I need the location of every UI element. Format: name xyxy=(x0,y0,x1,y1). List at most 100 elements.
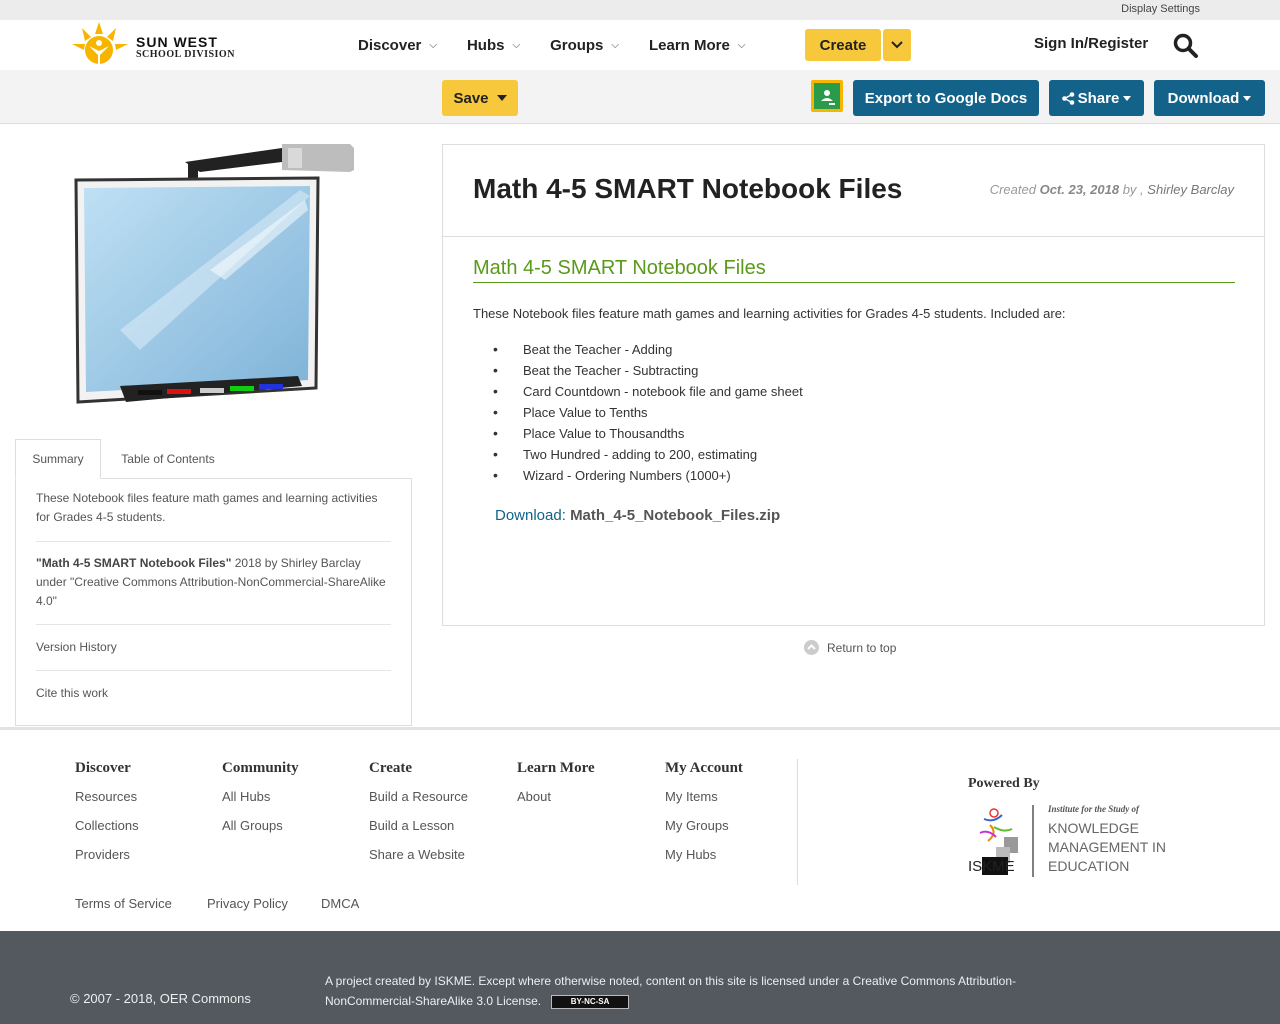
footer-link-share-website[interactable]: Share a Website xyxy=(369,847,468,876)
footer-col-community: Community All Hubs All Groups xyxy=(222,760,299,847)
site-header: SUN WEST SCHOOL DIVISION Discover ⌵ Hubs ⌵… xyxy=(0,20,1280,70)
download-button-label: Download xyxy=(1167,89,1240,107)
cite-this-work-link[interactable]: Cite this work xyxy=(36,684,391,703)
footer-link-about[interactable]: About xyxy=(517,789,595,818)
download-label: Download: xyxy=(495,507,566,524)
chevron-down-icon: ⌵ xyxy=(611,39,619,51)
caret-down-icon xyxy=(1123,95,1132,101)
summary-text: These Notebook files feature math games … xyxy=(36,491,378,524)
sun-west-logo[interactable]: SUN WEST SCHOOL DIVISION xyxy=(70,20,240,68)
footer-divider xyxy=(797,759,798,885)
footer-col-create: Create Build a Resource Build a Lesson S… xyxy=(369,760,468,876)
list-item: Place Value to Thousandths xyxy=(493,425,803,447)
footer-link-all-groups[interactable]: All Groups xyxy=(222,818,299,847)
footer-col-discover: Discover Resources Collections Providers xyxy=(75,760,139,876)
logo-line-2: SCHOOL DIVISION xyxy=(136,49,235,60)
list-item: Two Hundred - adding to 200, estimating xyxy=(493,446,803,468)
privacy-policy-link[interactable]: Privacy Policy xyxy=(207,896,288,911)
footer-link-my-hubs[interactable]: My Hubs xyxy=(665,847,743,876)
footer-link-build-resource[interactable]: Build a Resource xyxy=(369,789,468,818)
main-nav: Discover ⌵ Hubs ⌵ Groups ⌵ Learn More ⌵ xyxy=(358,20,775,70)
download-filename[interactable]: Math_4-5_Notebook_Files.zip xyxy=(570,507,780,524)
included-files-list: Beat the Teacher - Adding Beat the Teach… xyxy=(493,341,803,489)
nav-discover[interactable]: Discover ⌵ xyxy=(358,20,437,70)
return-to-top-link[interactable]: Return to top xyxy=(804,640,896,655)
footer-link-resources[interactable]: Resources xyxy=(75,789,139,818)
nav-hubs[interactable]: Hubs ⌵ xyxy=(467,20,520,70)
save-button[interactable]: Save xyxy=(442,80,518,116)
logo-line-1: SUN WEST xyxy=(136,34,218,50)
cc-license-badge[interactable]: BY-NC-SA xyxy=(551,994,630,1009)
arrow-up-icon xyxy=(807,644,816,650)
download-attachment[interactable]: Download: Math_4-5_Notebook_Files.zip xyxy=(495,507,780,524)
summary-panel: These Notebook files feature math games … xyxy=(15,478,412,726)
footer-link-my-items[interactable]: My Items xyxy=(665,789,743,818)
sun-logo-icon xyxy=(72,22,128,64)
chevron-down-icon: ⌵ xyxy=(737,39,746,51)
footer-link-providers[interactable]: Providers xyxy=(75,847,139,876)
chevron-down-icon: ⌵ xyxy=(429,39,437,51)
list-item: Beat the Teacher - Subtracting xyxy=(493,362,803,384)
display-settings-link[interactable]: Display Settings xyxy=(1121,3,1200,15)
sidebar-tabs: Summary Table of Contents xyxy=(15,439,412,479)
classroom-person-icon xyxy=(821,90,835,105)
license-title: "Math 4-5 SMART Notebook Files" xyxy=(36,556,232,570)
license-attribution: "Math 4-5 SMART Notebook Files" 2018 by … xyxy=(36,554,391,611)
arrow-up-circle-icon xyxy=(804,640,819,655)
nav-learn-more[interactable]: Learn More ⌵ xyxy=(649,20,745,70)
utility-bar: Display Settings xyxy=(0,0,1280,20)
author-link[interactable]: Shirley Barclay xyxy=(1147,182,1234,197)
create-dropdown-button[interactable] xyxy=(883,29,911,61)
nav-discover-label: Discover xyxy=(358,36,422,54)
nav-groups-label: Groups xyxy=(550,36,604,54)
chevron-down-icon: ⌵ xyxy=(512,39,521,51)
copyright-text: © 2007 - 2018, OER Commons xyxy=(70,991,251,1006)
content-heading: Math 4-5 SMART Notebook Files xyxy=(473,257,1235,283)
download-button[interactable]: Download xyxy=(1154,80,1265,116)
return-to-top-label: Return to top xyxy=(827,640,897,655)
tab-table-of-contents[interactable]: Table of Contents xyxy=(111,439,225,479)
terms-of-service-link[interactable]: Terms of Service xyxy=(75,896,172,911)
footer-col-my-account: My Account My Items My Groups My Hubs xyxy=(665,760,743,876)
list-item: Wizard - Ordering Numbers (1000+) xyxy=(493,467,803,489)
list-item: Card Countdown - notebook file and game … xyxy=(493,383,803,405)
google-classroom-icon xyxy=(814,83,840,109)
footer-link-build-lesson[interactable]: Build a Lesson xyxy=(369,818,468,847)
sign-in-register-link[interactable]: Sign In/Register xyxy=(1034,35,1148,52)
footer-link-all-hubs[interactable]: All Hubs xyxy=(222,789,299,818)
dmca-link[interactable]: DMCA xyxy=(321,896,359,911)
nav-groups[interactable]: Groups ⌵ xyxy=(550,20,619,70)
version-history-link[interactable]: Version History xyxy=(36,638,391,657)
list-item: Beat the Teacher - Adding xyxy=(493,341,803,363)
iskme-logo[interactable]: ISKME Institute for the Study of KNOWLED… xyxy=(968,803,1168,879)
created-label: Created xyxy=(989,182,1036,197)
license-notice-text: A project created by ISKME. Except where… xyxy=(325,974,1017,1008)
tab-summary[interactable]: Summary xyxy=(15,439,101,479)
footer-heading: Discover xyxy=(75,760,131,776)
export-google-docs-button[interactable]: Export to Google Docs xyxy=(853,80,1039,116)
resource-toolbar: Save Export to Google Docs Share Downloa… xyxy=(0,70,1280,124)
page-title: Math 4-5 SMART Notebook Files xyxy=(473,173,903,204)
resource-meta: Created Oct. 23, 2018 by , Shirley Barcl… xyxy=(990,182,1234,197)
share-button-label: Share xyxy=(1077,89,1120,107)
divider xyxy=(36,541,391,542)
share-button[interactable]: Share xyxy=(1049,80,1144,116)
save-button-label: Save xyxy=(453,89,489,107)
iskme-line-1: KNOWLEDGE xyxy=(1048,820,1139,836)
iskme-subtitle: Institute for the Study of xyxy=(1047,804,1140,814)
resource-card: Math 4-5 SMART Notebook Files Created Oc… xyxy=(442,144,1265,626)
search-button[interactable] xyxy=(1173,33,1199,59)
list-item: Place Value to Tenths xyxy=(493,404,803,426)
search-icon xyxy=(1173,33,1198,58)
divider xyxy=(36,624,391,625)
footer-heading: My Account xyxy=(665,760,743,776)
created-date: Oct. 23, 2018 xyxy=(1039,182,1120,197)
create-button[interactable]: Create xyxy=(805,29,881,61)
iskme-line-3: EDUCATION xyxy=(1048,858,1129,874)
caret-down-icon xyxy=(496,95,507,101)
nav-learn-more-label: Learn More xyxy=(649,36,730,54)
footer-link-collections[interactable]: Collections xyxy=(75,818,139,847)
nav-hubs-label: Hubs xyxy=(466,36,505,54)
footer-link-my-groups[interactable]: My Groups xyxy=(665,818,743,847)
google-classroom-button[interactable] xyxy=(811,80,843,112)
